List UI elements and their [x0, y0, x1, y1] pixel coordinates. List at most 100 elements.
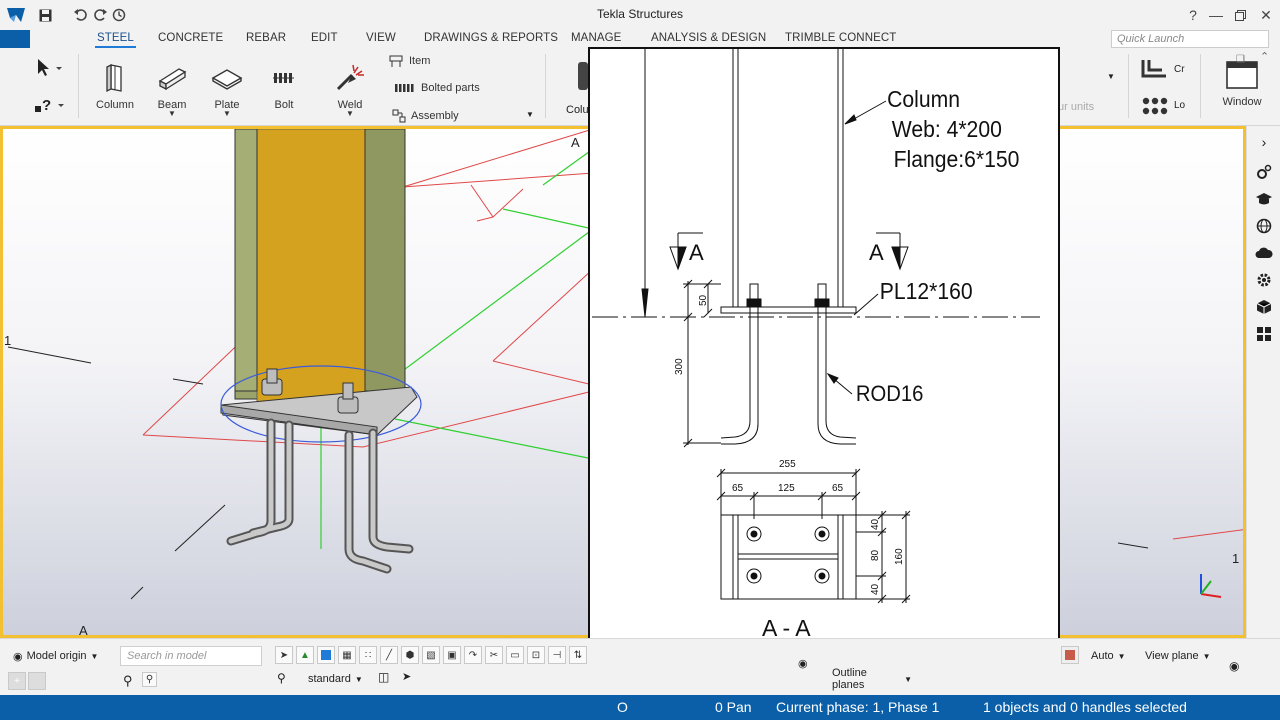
maximize-icon[interactable] [1228, 4, 1252, 26]
ribbon-restore-icon[interactable]: ❑ [1236, 54, 1245, 65]
inquire-icon[interactable]: ? [34, 96, 66, 119]
select-edge-icon[interactable]: ⊣ [548, 646, 566, 664]
column-web-spec: Web: 4*200 [892, 116, 1002, 142]
globe-icon[interactable] [1254, 216, 1274, 236]
outline-planes-dropdown[interactable]: Outline planes ▼ [826, 667, 918, 691]
help-icon[interactable]: ? [1181, 4, 1205, 26]
anchor-detail-drawing: Column Web: 4*200 Flange:6*150 A A PL12*… [588, 47, 1060, 661]
chevron-down-icon[interactable]: ▼ [526, 110, 534, 119]
svg-text:?: ? [42, 97, 51, 114]
grid-label-1-right: 1 [1232, 551, 1239, 566]
view-eye-icon[interactable]: ◉ [1229, 659, 1239, 673]
create-view-icon[interactable] [1140, 56, 1170, 85]
tab-edit[interactable]: EDIT [311, 32, 338, 44]
beam-button[interactable]: Beam ▼ [152, 63, 192, 118]
steel-column[interactable] [234, 129, 406, 404]
properties-icon[interactable] [1254, 162, 1274, 182]
redo-icon[interactable] [91, 6, 109, 24]
select-rebar-icon[interactable]: ▧ [422, 646, 440, 664]
title-bar: Tekla Structures ? — ✕ [0, 0, 1280, 30]
concrete-column-label[interactable]: Colu [566, 104, 589, 116]
close-icon[interactable]: ✕ [1254, 4, 1278, 26]
tab-analysis-design[interactable]: ANALYSIS & DESIGN [651, 32, 766, 44]
tab-steel[interactable]: STEEL [95, 32, 136, 48]
select-arrow-icon[interactable] [36, 58, 62, 81]
section-mark-right: A [869, 240, 884, 265]
search-icon[interactable]: ⚲ [123, 673, 133, 689]
layout-grid-icon[interactable] [1142, 96, 1170, 119]
add-icon[interactable]: + [8, 672, 26, 690]
snap-icon[interactable]: ⚲ [277, 671, 286, 685]
select-pointer-icon[interactable]: ➤ [275, 646, 293, 664]
minimize-icon[interactable]: — [1204, 4, 1228, 26]
create-view-label: Cr [1174, 64, 1185, 75]
tab-concrete[interactable]: CONCRETE [158, 32, 223, 44]
select-component-icon[interactable]: ⇅ [569, 646, 587, 664]
tab-view[interactable]: VIEW [366, 32, 396, 44]
tab-drawings-reports[interactable]: DRAWINGS & REPORTS [424, 32, 558, 44]
tab-trimble-connect[interactable]: TRIMBLE CONNECT [785, 32, 896, 44]
select-dimension-icon[interactable]: ⊡ [527, 646, 545, 664]
concrete-column-icon[interactable] [578, 62, 588, 90]
chevron-down-icon[interactable]: ▼ [346, 110, 354, 118]
settings-gear-icon[interactable] [1254, 270, 1274, 290]
color-swatch-icon[interactable] [1061, 646, 1079, 664]
ribbon-collapse-icon[interactable]: ⌃ [1260, 50, 1269, 63]
section-mark-left: A [689, 240, 704, 265]
history-icon[interactable] [110, 6, 128, 24]
dim-160: 160 [894, 548, 905, 565]
select-bolt-group-icon[interactable]: ∷ [359, 646, 377, 664]
bolted-parts-button[interactable]: Bolted parts [394, 81, 480, 95]
select-reference-icon[interactable]: ▣ [443, 646, 461, 664]
select-handle-icon[interactable]: ↷ [464, 646, 482, 664]
bolt-label: Bolt [274, 99, 294, 111]
visibility-eye-icon[interactable]: ◉ [798, 657, 808, 670]
select-assembly-icon[interactable]: ▲ [296, 646, 314, 664]
cube-icon[interactable] [1254, 297, 1274, 317]
tab-manage[interactable]: MANAGE [571, 32, 621, 44]
plate-spec: PL12*160 [880, 278, 973, 304]
chevron-down-icon[interactable]: ▼ [1107, 72, 1115, 81]
chevron-down-icon[interactable]: ▼ [168, 110, 176, 118]
search-model-input[interactable]: Search in model [120, 646, 262, 666]
ribbon-separator [1128, 54, 1129, 118]
item-button[interactable]: Item [388, 54, 430, 68]
select-window-icon[interactable]: ▭ [506, 646, 524, 664]
quick-launch-input[interactable]: Quick Launch [1111, 30, 1269, 48]
tab-rebar[interactable]: REBAR [246, 32, 286, 44]
select-part-icon[interactable] [317, 646, 335, 664]
tekla-logo-icon[interactable] [5, 4, 27, 26]
delete-icon[interactable] [28, 672, 46, 690]
assembly-button[interactable]: Assembly [392, 109, 459, 123]
bolted-parts-label: Bolted parts [421, 82, 480, 94]
graduation-cap-icon[interactable] [1254, 189, 1274, 209]
assembly-label: Assembly [411, 110, 459, 122]
status-o: O [617, 699, 628, 715]
select-line-icon[interactable]: ╱ [380, 646, 398, 664]
undo-icon[interactable] [72, 6, 90, 24]
chevron-down-icon[interactable]: ▼ [223, 110, 231, 118]
column-button[interactable]: Column [95, 63, 135, 111]
nut-right [814, 298, 830, 308]
window-button[interactable]: Window [1218, 60, 1266, 108]
auto-dropdown[interactable]: Auto ▼ [1085, 646, 1131, 666]
snap-grid-icon[interactable]: ◫ [378, 670, 389, 684]
status-phase[interactable]: Current phase: 1, Phase 1 [776, 699, 939, 715]
chevron-down-icon: ▼ [90, 651, 99, 661]
select-cut-icon[interactable]: ✂ [485, 646, 503, 664]
dim-80: 80 [870, 549, 881, 561]
cloud-icon[interactable] [1254, 243, 1274, 263]
snap-pointer-icon[interactable]: ➤ [402, 670, 411, 683]
select-object-icon[interactable]: ⬢ [401, 646, 419, 664]
weld-button[interactable]: Weld ▼ [330, 63, 370, 118]
view-plane-dropdown[interactable]: View plane ▼ [1139, 646, 1221, 666]
grid-layout-icon[interactable] [1254, 324, 1274, 344]
bolt-button[interactable]: Bolt [264, 63, 304, 111]
select-grid-icon[interactable]: ▦ [338, 646, 356, 664]
snap-standard-dropdown[interactable]: standard ▼ [302, 669, 364, 689]
zoom-selected-icon[interactable]: ⚲ [142, 672, 157, 687]
plate-button[interactable]: Plate ▼ [207, 63, 247, 118]
expand-chevron-icon[interactable]: › [1254, 132, 1274, 152]
save-icon[interactable] [36, 6, 54, 24]
model-origin-dropdown[interactable]: ◉ Model origin ▼ [7, 646, 105, 666]
